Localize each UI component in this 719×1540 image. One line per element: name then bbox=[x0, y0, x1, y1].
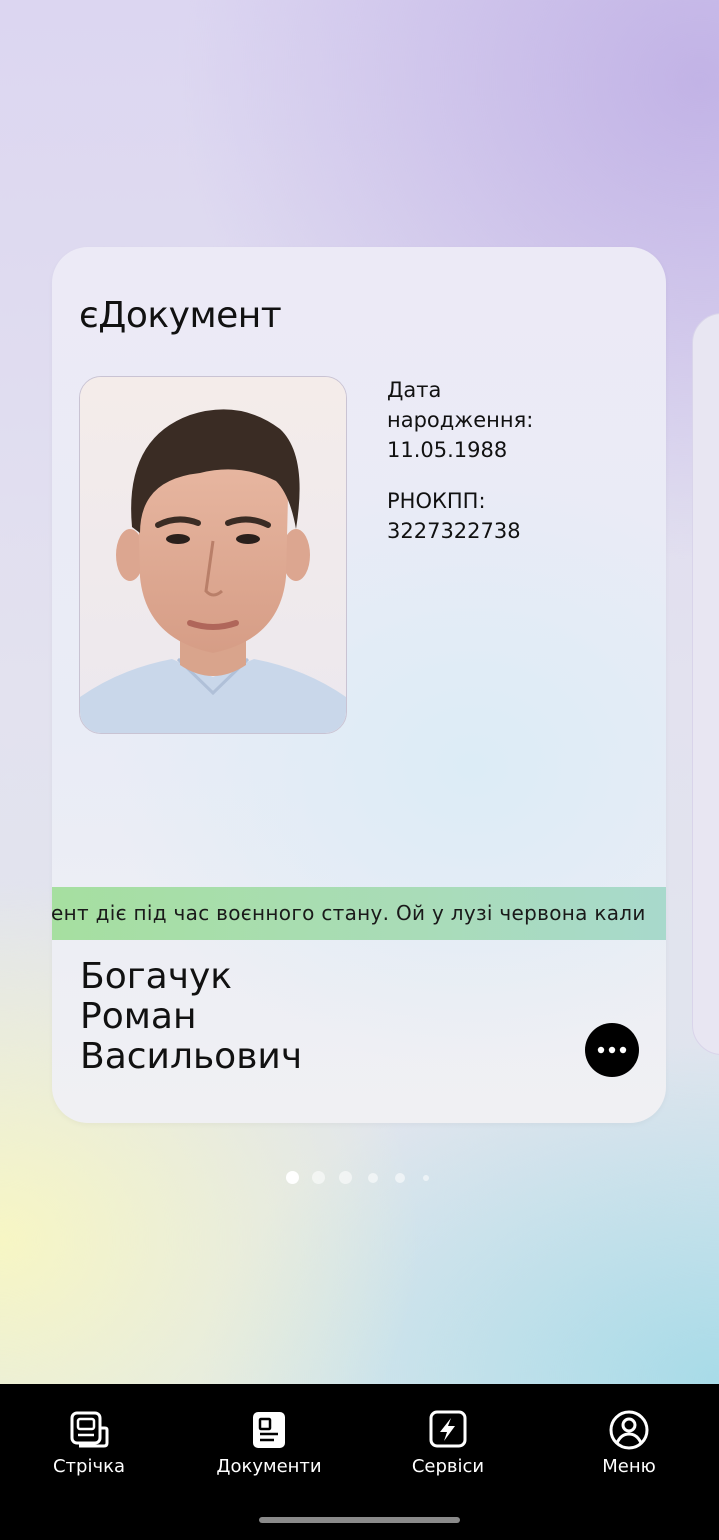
page-dot[interactable] bbox=[368, 1173, 378, 1183]
more-horizontal-icon bbox=[597, 1046, 627, 1054]
page-dot[interactable] bbox=[339, 1171, 352, 1184]
documents-icon bbox=[253, 1412, 285, 1448]
page-dot[interactable] bbox=[286, 1171, 299, 1184]
page-dot[interactable] bbox=[312, 1171, 325, 1184]
page-dot[interactable] bbox=[423, 1175, 429, 1181]
tax-id-value: 3227322738 bbox=[387, 519, 521, 543]
more-options-button[interactable] bbox=[585, 1023, 639, 1077]
ticker-text: ент діє під час воєнного стану. Ой у луз… bbox=[52, 901, 646, 925]
next-document-card[interactable] bbox=[692, 313, 719, 1055]
birth-date-label: Дата народження: bbox=[387, 378, 534, 432]
nav-label-documents: Документи bbox=[216, 1456, 322, 1477]
profile-menu-icon bbox=[609, 1410, 649, 1450]
feed-icon bbox=[70, 1411, 109, 1448]
portrait-photo bbox=[79, 376, 347, 734]
card-title: єДокумент bbox=[79, 295, 282, 336]
patronymic: Васильович bbox=[80, 1036, 303, 1077]
tax-id-label: РНОКПП: bbox=[387, 489, 486, 513]
page-dot[interactable] bbox=[395, 1173, 405, 1183]
birth-date-value: 11.05.1988 bbox=[387, 438, 508, 462]
home-indicator[interactable] bbox=[259, 1517, 460, 1523]
nav-item-documents[interactable]: Документи bbox=[194, 1410, 344, 1477]
nav-item-feed[interactable]: Стрічка bbox=[14, 1410, 164, 1477]
surname: Богачук bbox=[80, 956, 233, 997]
nav-label-menu: Меню bbox=[602, 1456, 656, 1477]
document-card[interactable]: єДокумент Дата народження: 11.05.1988 РН… bbox=[52, 247, 666, 1123]
nav-item-services[interactable]: Сервіси bbox=[373, 1410, 523, 1477]
status-ticker: ент діє під час воєнного стану. Ой у луз… bbox=[52, 887, 666, 940]
services-lightning-icon bbox=[429, 1410, 467, 1448]
nav-label-services: Сервіси bbox=[411, 1456, 485, 1477]
given-name: Роман bbox=[80, 996, 197, 1037]
page-indicator bbox=[0, 1170, 719, 1186]
nav-label-feed: Стрічка bbox=[52, 1456, 126, 1477]
nav-item-menu[interactable]: Меню bbox=[554, 1410, 704, 1477]
